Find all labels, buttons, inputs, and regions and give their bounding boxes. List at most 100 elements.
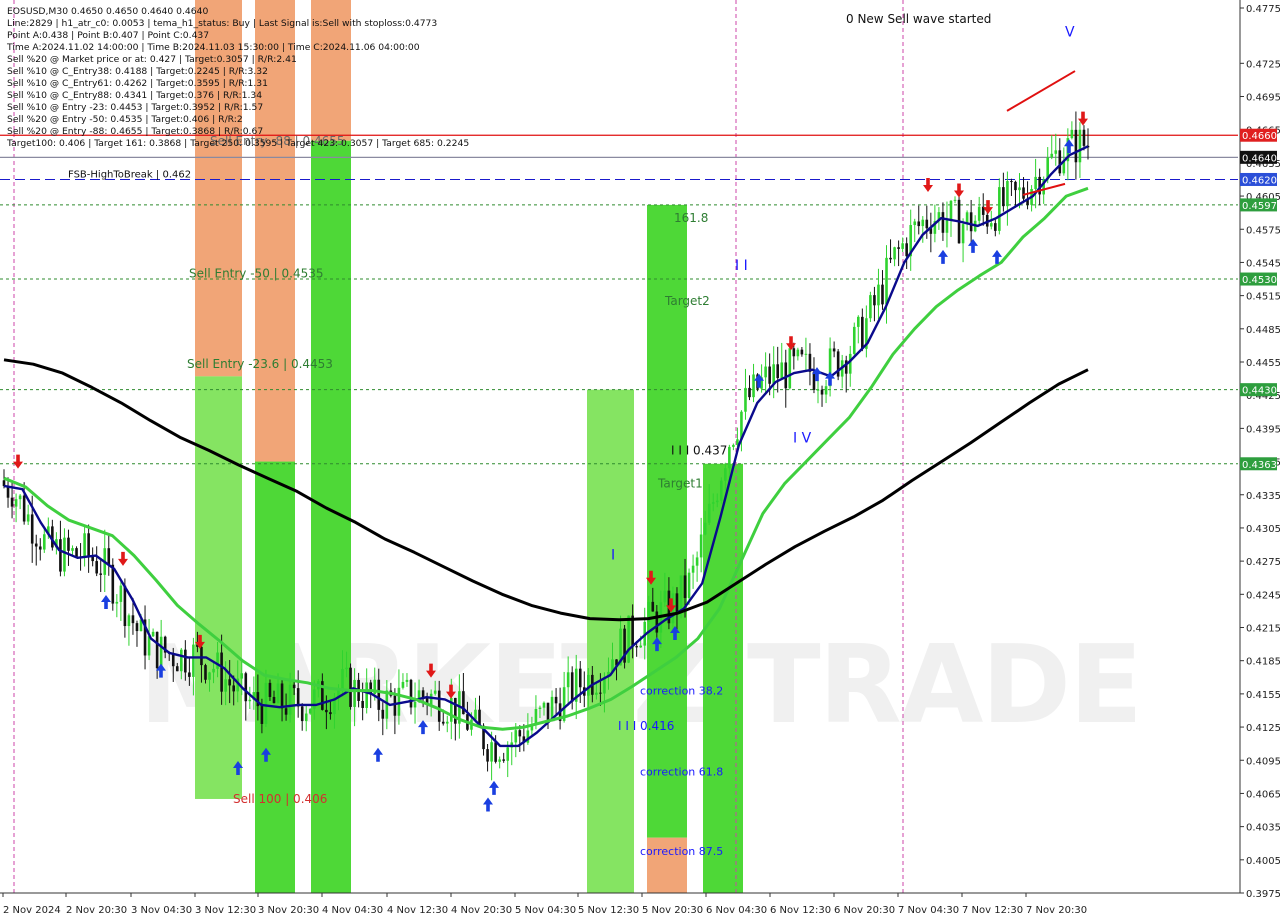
candle-body [857,316,860,327]
candle-body [998,187,1001,231]
candle-body [10,497,14,507]
zone-label: I I I 0.437 [671,444,727,458]
candle-body [744,387,747,412]
candle-body [38,546,42,550]
candle-body [635,646,638,648]
candle-body [107,548,111,565]
candle-body [724,468,727,481]
candle-body [365,682,368,708]
candle-body [651,601,655,612]
candle-body [852,326,856,354]
candle-body [413,701,417,708]
candle-body [881,284,884,305]
candle-body [889,257,892,260]
candle-body [1006,181,1009,207]
zone-bar [703,463,743,893]
candle-body [232,685,235,692]
candle-body [119,585,123,602]
candle-body [1054,150,1058,154]
candle-body [87,533,90,557]
price-tick-label: 0.4695 [1246,93,1280,104]
candle-body [409,679,413,708]
candle-body [675,593,679,613]
info-line: Sell %10 @ C_Entry88: 0.4341 | Target:0.… [7,90,262,101]
candle-body [905,243,908,257]
price-tick-label: 0.4515 [1246,292,1280,303]
candle-body [816,389,820,391]
candle-body [200,646,203,666]
wave-label: I I [735,258,748,274]
candle-body [405,679,409,682]
info-line: Sell %10 @ Entry -23: 0.4453 | Target:0.… [7,102,263,113]
price-tick-label: 0.4275 [1246,557,1280,568]
candle-body [925,219,929,229]
info-line: Target100: 0.406 | Target 161: 0.3868 | … [6,138,469,149]
candle-body [949,200,953,221]
price-tick-label: 0.4005 [1246,856,1280,867]
info-line: Sell %20 @ Entry -88: 0.4655 | Target:0.… [7,126,263,137]
info-line: Sell %10 @ C_Entry38: 0.4188 | Target:0.… [7,66,268,77]
price-tick-label: 0.4575 [1246,225,1280,236]
info-line: Sell %20 @ Entry -50: 0.4535 | Target:0.… [7,114,243,125]
zone-label: Sell 100 | 0.406 [233,792,327,806]
candle-body [260,706,264,724]
price-badge-label: 0.4530 [1242,275,1277,286]
price-tick-label: 0.4335 [1246,491,1280,502]
candle-body [441,721,445,724]
price-badge-label: 0.4620 [1242,175,1277,186]
price-tick-label: 0.4125 [1246,723,1280,734]
candle-body [595,692,598,695]
candle-body [707,503,711,523]
candle-body [393,695,397,716]
candle-body [897,247,900,249]
candle-body [885,257,888,305]
price-tick-label: 0.4215 [1246,624,1280,635]
candle-body [1078,129,1082,163]
candle-body [42,534,46,550]
price-badge-label: 0.4597 [1242,201,1277,212]
candle-body [208,672,211,680]
info-line: Point A:0.438 | Point B:0.407 | Point C:… [7,30,209,41]
candle-body [691,565,695,573]
candle-body [397,687,401,716]
candle-body [502,759,505,761]
candle-body [349,667,352,707]
candle-body [728,446,731,469]
candle-body [345,667,348,670]
candle-body [587,674,590,696]
wave-label: I [611,548,615,564]
candle-body [772,364,775,384]
candle-body [1070,129,1074,139]
trading-chart[interactable]: MARKETZITRADE Sell Entry -88 | 0.4655 Sel… [0,0,1280,920]
candle-body [824,386,828,395]
price-chart-svg[interactable]: MARKETZITRADE Sell Entry -88 | 0.4655Sel… [0,0,1280,920]
candle-body [34,543,38,547]
price-badge-label: 0.4660 [1242,131,1277,142]
zone-label: correction 87.5 [640,845,723,858]
candle-body [796,349,800,357]
price-tick-label: 0.4305 [1246,524,1280,535]
candle-body [99,573,103,575]
zone-label: I I I 0.416 [618,719,674,733]
candle-body [159,636,163,669]
candle-body [276,683,280,704]
candle-body [308,708,312,714]
price-badge-label: 0.4430 [1242,386,1277,397]
candle-body [780,362,784,379]
price-tick-label: 0.4455 [1246,358,1280,369]
time-tick-label: 2 Nov 2024 [3,905,61,916]
candle-body [1034,176,1037,189]
price-tick-label: 0.4245 [1246,590,1280,601]
candle-body [353,679,356,707]
candle-body [75,548,78,557]
candle-body [30,514,34,544]
candle-body [95,561,98,574]
time-tick-label: 3 Nov 04:30 [131,905,192,916]
candle-body [284,708,288,715]
candle-body [578,668,582,688]
candle-body [848,353,852,374]
candle-body [917,221,921,227]
candle-body [715,500,719,503]
candle-body [599,692,602,694]
candle-body [433,690,437,694]
